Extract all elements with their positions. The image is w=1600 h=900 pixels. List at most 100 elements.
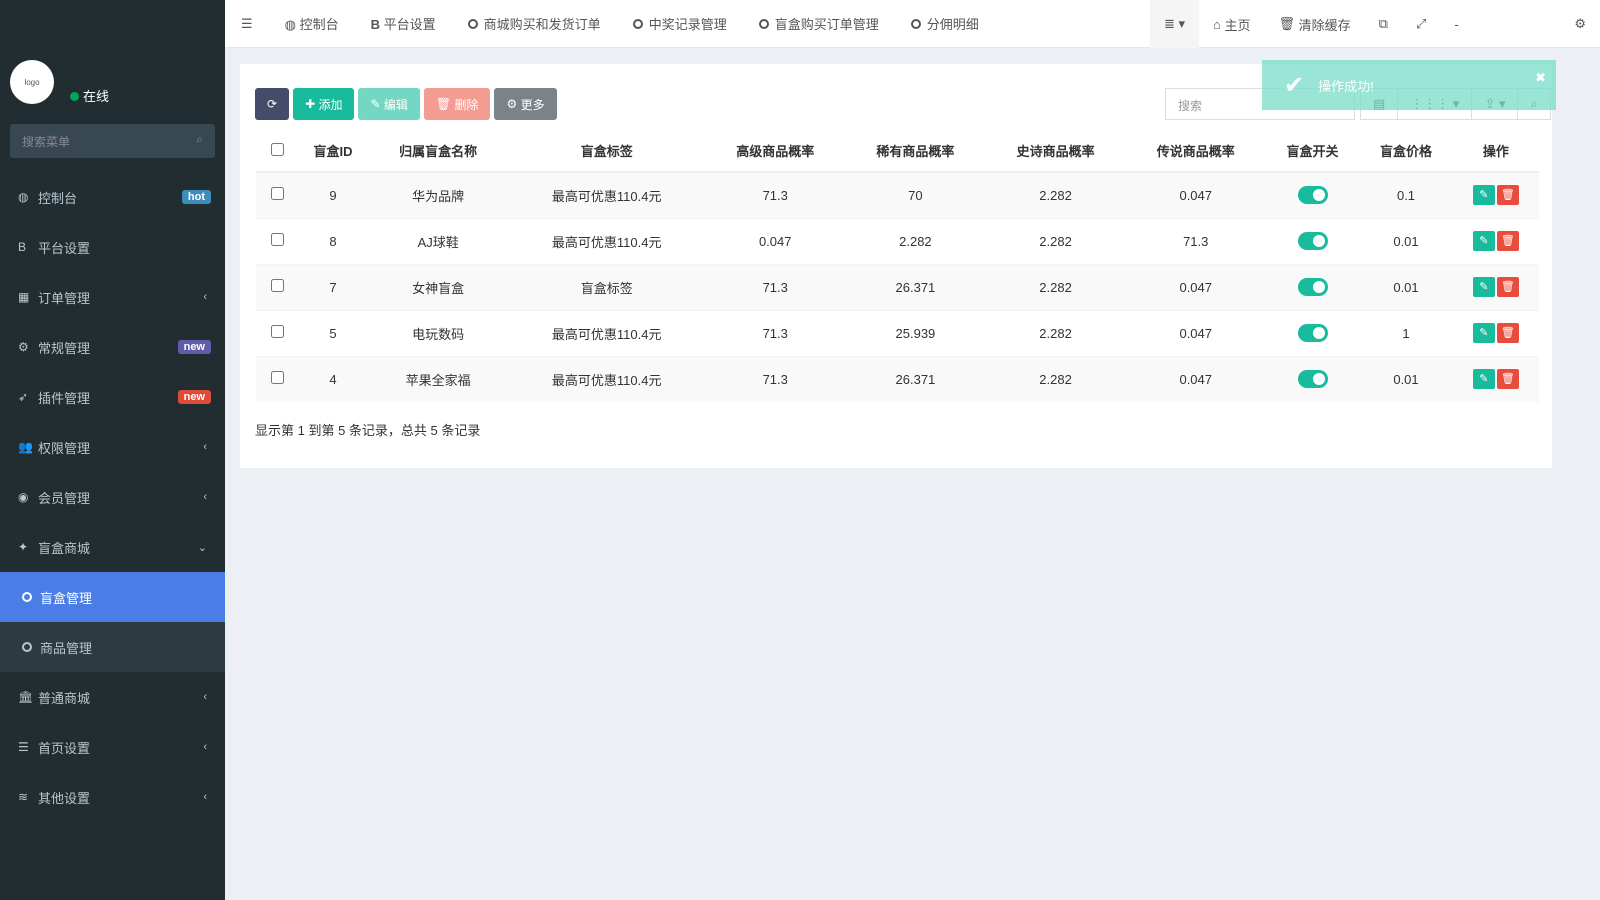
sidebar-toggle[interactable]: ☰ — [225, 16, 269, 32]
column-header[interactable]: 盲盒标签 — [508, 130, 706, 173]
tab-commission[interactable]: 分佣明细 — [895, 14, 995, 33]
edit-icon[interactable]: ✎ — [1472, 369, 1495, 390]
sidebar-item[interactable]: ◉ 会员管理 ‹ — [0, 472, 225, 522]
row-checkbox[interactable] — [270, 325, 284, 338]
column-header[interactable]: 传说商品概率 — [1125, 130, 1266, 173]
sidebar-item-label: 控制台 — [38, 190, 78, 206]
table-cell: 0.047 — [1125, 355, 1266, 402]
sidebar-subitem[interactable]: 盲盒管理 — [0, 572, 225, 622]
clear-cache-button[interactable]: 🗑 清除缓存 — [1265, 0, 1365, 48]
status-toggle[interactable] — [1297, 370, 1328, 389]
bold-b-icon: B — [18, 240, 27, 254]
table-cell: 2.282 — [985, 263, 1126, 310]
table-cell: 26.371 — [845, 355, 986, 402]
column-header[interactable]: 盲盒价格 — [1359, 130, 1453, 173]
table-row: 4 苹果全家福 最高可优惠110.4元 71.3 26.371 2.282 0.047 0.0… — [256, 355, 1539, 402]
table-cell: 2.282 — [845, 217, 986, 264]
row-checkbox[interactable] — [270, 279, 284, 292]
status-toggle[interactable] — [1297, 324, 1328, 342]
trash-icon[interactable]: 🗑 — [1496, 277, 1519, 297]
more-button[interactable]: ⚙ 更多 — [494, 88, 557, 120]
column-header[interactable]: 稀有商品概率 — [845, 130, 986, 173]
sidebar-subitem[interactable]: 商品管理 — [0, 622, 225, 672]
column-header[interactable]: 归属盲盒名称 — [368, 130, 509, 173]
tab-dashboard[interactable]: ◍ 控制台 — [269, 14, 355, 33]
sidebar-item-label: 普通商城 — [38, 690, 91, 706]
trash-icon[interactable]: 🗑 — [1496, 231, 1519, 251]
home-link[interactable]: ⌂ 主页 — [1199, 0, 1264, 48]
tab-shop-orders[interactable]: 商城购买和发货订单 — [452, 14, 617, 33]
edit-icon[interactable]: ✎ — [1472, 277, 1495, 297]
delete-button[interactable]: 🗑 删除 — [423, 88, 491, 120]
status-toggle[interactable] — [1297, 232, 1328, 250]
chevron-icon: ‹ — [203, 441, 207, 453]
column-header[interactable]: 盲盒ID — [298, 130, 369, 173]
avatar[interactable]: logo — [10, 60, 54, 104]
table-cell: 华为品牌 — [368, 171, 509, 218]
chevron-icon: ‹ — [203, 791, 207, 803]
menu-badge: new — [177, 390, 211, 404]
tab-platform[interactable]: B 平台设置 — [355, 14, 452, 33]
close-icon[interactable]: ✖ — [1535, 70, 1546, 86]
sidebar-item[interactable]: 👥 权限管理 ‹ — [0, 422, 225, 472]
edit-button[interactable]: ✎ 编辑 — [358, 88, 420, 120]
column-header[interactable]: 高级商品概率 — [705, 130, 846, 173]
tabs-dropdown[interactable]: ≣ ▾ — [1149, 0, 1200, 48]
table-cell: 71.3 — [705, 309, 846, 356]
table-cell: 0.047 — [1125, 263, 1266, 310]
column-header[interactable]: 操作 — [1452, 130, 1539, 173]
table-cell: 71.3 — [1125, 217, 1266, 264]
status-toggle[interactable] — [1297, 186, 1328, 205]
calculator-icon: ▦ — [18, 290, 30, 304]
table-cell: 0.047 — [705, 217, 846, 264]
row-checkbox[interactable] — [270, 371, 284, 385]
sidebar-item[interactable]: ◍ 控制台 hot — [0, 172, 225, 222]
rocket-icon: ➶ — [18, 390, 29, 404]
trash-icon[interactable]: 🗑 — [1496, 185, 1519, 206]
sidebar-item[interactable]: B 平台设置 — [0, 222, 225, 272]
status-toggle[interactable] — [1297, 278, 1328, 296]
table-cell: 苹果全家福 — [368, 355, 509, 402]
row-checkbox[interactable] — [270, 187, 284, 201]
success-toast: ✔ 操作成功! ✖ — [1262, 60, 1556, 110]
sidebar-item-label: 权限管理 — [38, 440, 91, 456]
table-cell: 女神盲盒 — [368, 263, 509, 310]
sidebar-item-label: 平台设置 — [38, 240, 91, 256]
sidebar-item[interactable]: ➶ 插件管理 new — [0, 372, 225, 422]
column-header[interactable]: 史诗商品概率 — [985, 130, 1126, 173]
sidebar-item-label: 插件管理 — [38, 390, 91, 406]
add-button[interactable]: ✚ 添加 — [293, 88, 355, 120]
sidebar-item[interactable]: ≋ 其他设置 ‹ — [0, 772, 225, 822]
edit-icon[interactable]: ✎ — [1472, 231, 1495, 251]
sidebar-item[interactable]: 🏛 普通商城 ‹ — [0, 672, 225, 722]
table-row: 8 AJ球鞋 最高可优惠110.4元 0.047 2.282 2.282 71.3 0.01 ✎… — [256, 217, 1539, 264]
row-checkbox[interactable] — [270, 233, 284, 246]
edit-icon[interactable]: ✎ — [1472, 323, 1495, 343]
sidebar: logo 在线 搜索菜单 ⌕ ◍ 控制台 hot B 平台设置 ▦ 订单管理 ‹ ⚙ 常规管理 new… — [0, 0, 225, 900]
tab-prize-records[interactable]: 中奖记录管理 — [617, 14, 743, 33]
column-header[interactable]: 盲盒开关 — [1265, 130, 1360, 173]
user-menu[interactable]: - — [1440, 0, 1560, 48]
magic-icon: ✦ — [18, 540, 29, 554]
database-icon: ≋ — [18, 790, 29, 804]
tab-box-orders[interactable]: 盲盒购买订单管理 — [743, 14, 895, 33]
sidebar-item-label: 常规管理 — [38, 340, 91, 356]
sidebar-item-label: 会员管理 — [38, 490, 91, 506]
select-all-checkbox[interactable] — [270, 142, 284, 156]
edit-icon[interactable]: ✎ — [1472, 185, 1495, 206]
sidebar-item[interactable]: ☰ 首页设置 ‹ — [0, 722, 225, 772]
search-icon: ⌕ — [196, 132, 203, 146]
fullscreen-icon[interactable]: ⤢ — [1402, 0, 1440, 48]
table-cell: 71.3 — [705, 171, 846, 218]
translate-icon[interactable]: ⧉ — [1365, 0, 1402, 48]
menu-search-input[interactable]: 搜索菜单 ⌕ — [10, 124, 215, 158]
sidebar-item[interactable]: ⚙ 常规管理 new — [0, 322, 225, 372]
trash-icon[interactable]: 🗑 — [1496, 369, 1519, 390]
table-cell: 4 — [298, 355, 369, 402]
table-cell: 2.282 — [985, 309, 1126, 356]
refresh-button[interactable]: ⟳ — [255, 88, 290, 120]
sidebar-item[interactable]: ▦ 订单管理 ‹ — [0, 272, 225, 322]
settings-icon[interactable]: ⚙ — [1560, 0, 1600, 48]
trash-icon[interactable]: 🗑 — [1496, 323, 1519, 343]
sidebar-item[interactable]: ✦ 盲盒商城 ⌄ — [0, 522, 225, 572]
